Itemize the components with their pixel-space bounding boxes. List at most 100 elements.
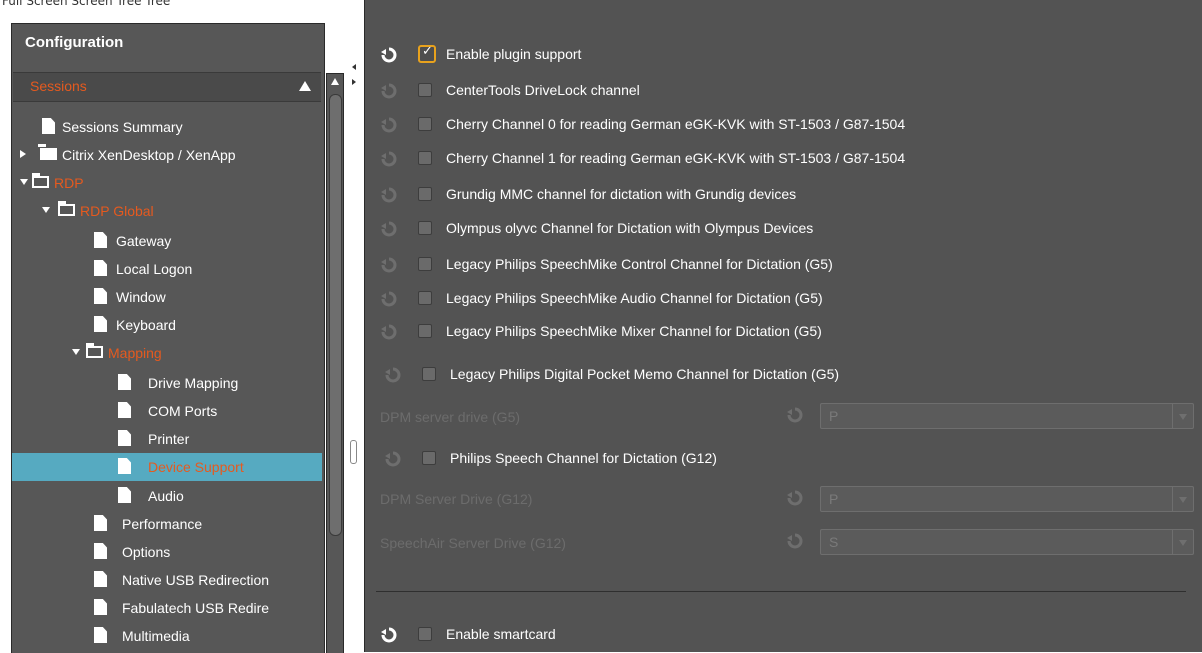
tree-item-citrix[interactable]: Citrix XenDesktop / XenApp xyxy=(20,144,320,166)
option-row[interactable]: CenterTools DriveLock channel xyxy=(380,80,1180,102)
tree-item-device-support[interactable]: Device Support xyxy=(20,456,320,478)
reset-icon[interactable] xyxy=(380,290,398,308)
option-row[interactable]: Olympus olyvc Channel for Dictation with… xyxy=(380,218,1180,240)
enable-plugin-checkbox[interactable] xyxy=(418,44,436,63)
tree-item-label: Sessions Summary xyxy=(62,119,183,135)
option-row[interactable]: Cherry Channel 0 for reading German eGK-… xyxy=(380,114,1180,136)
reset-icon[interactable] xyxy=(786,489,804,507)
tree-item-label: Options xyxy=(122,544,171,560)
reset-icon[interactable] xyxy=(380,256,398,274)
tree-item-options[interactable]: Options xyxy=(20,541,320,563)
reset-icon[interactable] xyxy=(380,116,398,134)
reset-icon[interactable] xyxy=(380,46,398,64)
reset-icon[interactable] xyxy=(380,186,398,204)
option-checkbox[interactable] xyxy=(418,187,432,201)
document-icon xyxy=(118,402,131,418)
tree-item-performance[interactable]: Performance xyxy=(20,513,320,535)
reset-icon[interactable] xyxy=(384,450,402,468)
tree-item-audio[interactable]: Audio xyxy=(20,485,320,507)
tree-item-rdp-global[interactable]: RDP Global xyxy=(20,200,320,222)
reset-icon[interactable] xyxy=(380,220,398,238)
reset-icon[interactable] xyxy=(786,406,804,424)
tree-item-multimedia[interactable]: Multimedia xyxy=(20,625,320,647)
chevron-down-icon[interactable] xyxy=(1172,404,1193,428)
document-icon xyxy=(118,374,131,390)
reset-icon[interactable] xyxy=(384,366,402,384)
scrollbar-thumb[interactable] xyxy=(329,94,342,536)
tree-item-keyboard[interactable]: Keyboard xyxy=(20,314,320,336)
option-checkbox[interactable] xyxy=(422,367,436,381)
option-checkbox[interactable] xyxy=(418,151,432,165)
tree-item-label: Mapping xyxy=(108,345,162,361)
tree-item-gateway[interactable]: Gateway xyxy=(20,230,320,252)
tree-item-local-logon[interactable]: Local Logon xyxy=(20,258,320,280)
reset-icon[interactable] xyxy=(380,150,398,168)
splitter-grip[interactable] xyxy=(350,440,357,464)
expand-right-icon[interactable] xyxy=(352,79,356,85)
option-checkbox[interactable] xyxy=(422,451,436,465)
tree-item-printer[interactable]: Printer xyxy=(20,428,320,450)
option-row[interactable]: Legacy Philips SpeechMike Control Channe… xyxy=(380,254,1180,276)
tree-item-label: Fabulatech USB Redire xyxy=(122,600,270,616)
collapse-arrow-icon[interactable] xyxy=(20,179,28,185)
field-label-dpm-g5: DPM server drive (G5) xyxy=(380,409,521,425)
tree-item-label: Gateway xyxy=(116,233,172,249)
collapse-icon[interactable] xyxy=(299,81,311,91)
option-label: Legacy Philips SpeechMike Mixer Channel … xyxy=(446,323,822,339)
tree-item-com-ports[interactable]: COM Ports xyxy=(20,400,320,422)
scroll-up-icon[interactable] xyxy=(327,74,343,90)
option-checkbox[interactable] xyxy=(418,83,432,97)
pane-splitter[interactable] xyxy=(344,0,364,652)
expand-arrow-icon[interactable] xyxy=(20,150,26,158)
tree-item-window[interactable]: Window xyxy=(20,286,320,308)
reset-icon[interactable] xyxy=(380,82,398,100)
option-row[interactable]: Philips Speech Channel for Dictation (G1… xyxy=(384,448,1184,470)
tree-item-fabulatech-usb[interactable]: Fabulatech USB Redire xyxy=(20,597,320,619)
top-toolbar-strip: Full Screen Screen Tree Tree xyxy=(0,0,364,14)
option-row[interactable]: Grundig MMC channel for dictation with G… xyxy=(380,184,1180,206)
chevron-down-icon[interactable] xyxy=(1172,487,1193,511)
document-icon xyxy=(94,515,107,531)
option-row[interactable]: Enable plugin support xyxy=(380,44,1180,66)
document-icon xyxy=(94,599,107,615)
option-row[interactable]: Legacy Philips SpeechMike Audio Channel … xyxy=(380,288,1180,310)
sessions-section-header[interactable]: Sessions xyxy=(13,72,321,102)
option-row[interactable]: Legacy Philips Digital Pocket Memo Chann… xyxy=(384,364,1184,386)
tree-item-sessions-summary[interactable]: Sessions Summary xyxy=(20,116,320,138)
tree-item-label: Native USB Redirection xyxy=(122,572,270,588)
collapse-left-icon[interactable] xyxy=(352,64,356,70)
option-checkbox[interactable] xyxy=(418,221,432,235)
option-checkbox[interactable] xyxy=(418,324,432,338)
tree-item-label: Window xyxy=(116,289,166,305)
tree-item-drive-mapping[interactable]: Drive Mapping xyxy=(20,372,320,394)
option-label: Grundig MMC channel for dictation with G… xyxy=(446,186,797,202)
reset-icon[interactable] xyxy=(380,323,398,341)
option-label: Legacy Philips SpeechMike Audio Channel … xyxy=(446,290,823,306)
tree-item-mapping[interactable]: Mapping xyxy=(20,342,320,364)
tree-scrollbar[interactable] xyxy=(326,73,344,653)
option-checkbox[interactable] xyxy=(418,291,432,305)
collapse-arrow-icon[interactable] xyxy=(42,207,50,213)
document-icon xyxy=(94,288,107,304)
option-label: Cherry Channel 0 for reading German eGK-… xyxy=(446,116,906,132)
reset-icon[interactable] xyxy=(380,626,398,644)
chevron-down-icon[interactable] xyxy=(1172,530,1193,554)
option-row[interactable]: Legacy Philips SpeechMike Mixer Channel … xyxy=(380,321,1180,343)
document-icon xyxy=(94,260,107,276)
tree-item-rdp[interactable]: RDP xyxy=(20,172,320,194)
toolbar-text: Full Screen Screen Tree Tree xyxy=(2,0,171,8)
option-row[interactable]: Cherry Channel 1 for reading German eGK-… xyxy=(380,148,1180,170)
enable-smartcard-checkbox[interactable] xyxy=(418,627,432,641)
document-icon xyxy=(94,232,107,248)
document-icon xyxy=(118,487,131,503)
dpm-g12-dropdown[interactable]: P xyxy=(820,486,1194,512)
option-row[interactable]: Enable smartcard xyxy=(380,624,1180,646)
collapse-arrow-icon[interactable] xyxy=(72,349,80,355)
folder-open-icon xyxy=(32,173,49,188)
dpm-g5-dropdown[interactable]: P xyxy=(820,403,1194,429)
option-checkbox[interactable] xyxy=(418,257,432,271)
option-checkbox[interactable] xyxy=(418,117,432,131)
reset-icon[interactable] xyxy=(786,532,804,550)
speechair-g12-dropdown[interactable]: S xyxy=(820,529,1194,555)
tree-item-native-usb[interactable]: Native USB Redirection xyxy=(20,569,320,591)
